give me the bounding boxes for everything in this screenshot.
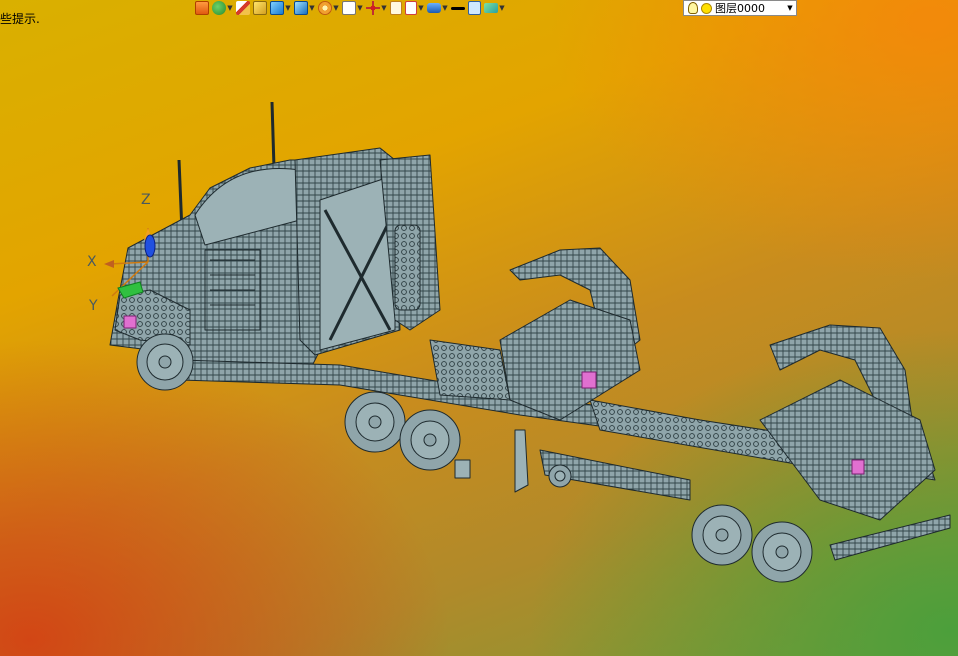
x-axis-label: X (87, 254, 97, 270)
front-wheel (136, 333, 194, 391)
truck-model[interactable]: Z X Y (0, 0, 958, 656)
z-axis-label: Z (141, 192, 151, 208)
drive-wheel (399, 409, 461, 471)
3d-viewport[interactable]: 些提示. ▼ ▼ ▼ ▼ ▼ ▼ ▼ ▼ ▼ 图层0000 ▼ Z X Y (0, 0, 958, 656)
trailer-wheel (751, 521, 813, 583)
trailer-wheel (691, 504, 753, 566)
landing-gear-wheel (548, 464, 572, 488)
crane-front (499, 247, 641, 421)
sleeper-cab (294, 147, 441, 356)
axis-origin[interactable] (144, 234, 156, 258)
pink-part (123, 315, 137, 329)
antenna (270, 101, 276, 169)
crane-rear (759, 324, 936, 521)
drive-wheel (344, 391, 406, 453)
y-axis-label: Y (88, 298, 98, 314)
x-axis-arrow (104, 260, 114, 268)
